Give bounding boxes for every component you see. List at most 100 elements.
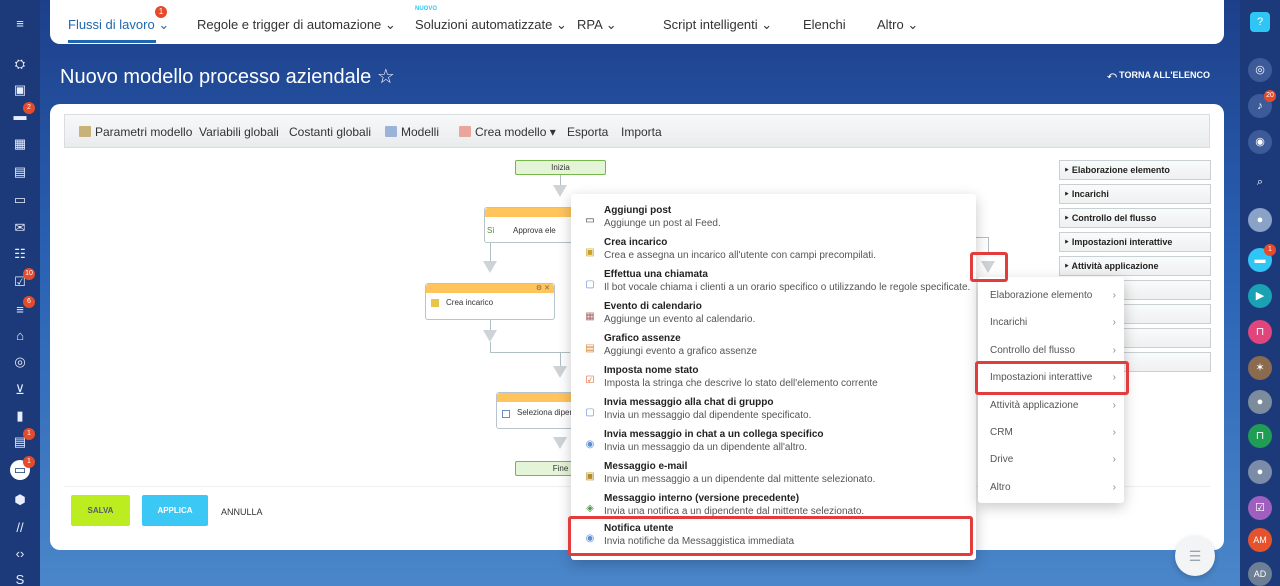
sites-icon[interactable]: // [10,518,30,538]
submenu-incarichi[interactable]: Incarichi › [990,317,1118,328]
save-button[interactable]: SALVA [71,495,130,526]
chat-bubble-icon[interactable]: ▬ 1 [1248,244,1276,272]
nav-altro[interactable]: Altro ⌄ [877,17,918,33]
submenu-elaborazione-elemento[interactable]: Elaborazione elemento › [990,290,1118,301]
palette-elaborazione-elemento[interactable]: ‣ Elaborazione elemento [1059,160,1211,180]
menu-item-desc: Il bot vocale chiama i clienti a un orar… [604,282,971,293]
menu-item-imposta-nome-stato[interactable]: ☑ Imposta nome stato Imposta la stringa ch… [583,364,968,396]
contact-avatar-2[interactable]: ● [1248,460,1272,484]
menu-item-chat-gruppo[interactable]: ▢ Invia messaggio alla chat di gruppo Invi… [583,396,968,428]
nav-elenchi[interactable]: Elenchi [803,17,846,32]
submenu-crm[interactable]: CRM › [990,427,1118,438]
select-employee-node[interactable]: Seleziona dipen [496,392,576,429]
create-template-icon [459,126,471,137]
avatar-ad[interactable]: AD [1248,562,1272,586]
menu-item-notifica-utente[interactable]: ◉ Notifica utente Invia notifiche da Messa… [583,522,968,554]
select-employee-label: Seleziona dipen [517,408,574,417]
start-node[interactable]: Inizia [515,160,606,175]
contact-avatar[interactable]: ● [1248,390,1272,414]
create-template-button[interactable]: Crea modello ▾ [459,125,556,139]
select-icon [502,410,510,418]
automation-icon[interactable]: ▭ 1 [10,456,35,480]
avatar-am[interactable]: AM [1248,528,1272,552]
drop-arrow[interactable] [553,366,567,378]
help-icon[interactable]: ? [1250,12,1270,32]
import-button[interactable]: Importa [621,125,662,139]
chat-icon[interactable]: ▬ 2 [10,102,35,126]
drop-arrow[interactable] [553,437,567,449]
search-icon[interactable]: ⌕ [1248,170,1272,194]
create-task-node[interactable]: ⚙ ✕ Crea incarico [425,283,555,320]
nav-regole-trigger[interactable]: Regole e trigger di automazione ⌄ [197,17,396,33]
menu-item-evento-calendario[interactable]: ▦ Evento di calendario Aggiunge un evento … [583,300,968,332]
submenu-drive[interactable]: Drive › [990,454,1118,465]
mail-icon[interactable]: ✉ [10,218,30,238]
templates-button[interactable]: Modelli [385,125,439,139]
page-title: Nuovo modello processo aziendale ☆ [60,66,395,88]
apply-button[interactable]: APPLICA [142,495,208,526]
submenu-controllo-flusso[interactable]: Controllo del flusso › [990,345,1118,356]
submenu-impostazioni-interattive[interactable]: Impostazioni interattive › [990,372,1118,383]
menu-item-title: Grafico assenze [604,333,681,344]
palette-attivita-applicazione[interactable]: ‣ Attività applicazione [1059,256,1211,276]
cancel-button[interactable]: ANNULLA [221,507,263,517]
analytics-icon[interactable]: ▮ [10,406,30,426]
notifications-icon[interactable]: ♪ 20 [1248,90,1276,118]
menu-item-messaggio-email[interactable]: ▣ Messaggio e-mail Invia un messaggio a un… [583,460,968,492]
video-icon[interactable]: ▶ [1248,284,1272,308]
connector [490,320,491,330]
box-icon[interactable]: ⬢ [10,490,30,510]
group-avatar[interactable]: ✶ [1248,356,1272,380]
code-icon[interactable]: ‹› [10,544,30,564]
submenu-label: Altro [990,482,1011,493]
export-button[interactable]: Esporta [567,125,608,139]
user-avatar[interactable]: ● [1248,208,1272,232]
feed-icon[interactable]: ⛭ [10,54,30,74]
approve-node[interactable]: Sì Approva ele [484,207,584,243]
connector [988,237,989,253]
drop-arrow[interactable] [483,330,497,342]
secure-chat-icon[interactable]: ⊓ [1248,424,1272,448]
messenger-icon[interactable]: ◉ [1248,130,1272,154]
signature-icon[interactable]: S [10,570,30,586]
menu-item-aggiungi-post[interactable]: ▭ Aggiungi post Aggiunge un post al Feed. [583,204,968,236]
drop-arrow-right-branch[interactable] [981,261,995,273]
docs-icon[interactable]: ▤ [10,162,30,182]
submenu-label: Impostazioni interattive [990,372,1093,383]
palette-impostazioni-interattive[interactable]: ‣ Impostazioni interattive [1059,232,1211,252]
nav-soluzioni-automatizzate[interactable]: Soluzioni automatizzate ⌄ [415,17,567,33]
target-icon[interactable]: ◎ [10,352,30,372]
global-constants-button[interactable]: Costanti globali [289,125,371,139]
drop-arrow[interactable] [483,261,497,273]
template-params-button[interactable]: Parametri modello [79,125,192,139]
menu-item-chat-collega[interactable]: ◉ Invia messaggio in chat a un collega sp… [583,428,968,460]
copilot-icon[interactable]: ◎ [1248,58,1272,82]
tasks-chat-icon[interactable]: ☑ [1248,496,1272,520]
lock-icon[interactable]: ⊓ [1248,320,1272,344]
menu-item-effettua-chiamata[interactable]: ▢ Effettua una chiamata Il bot vocale chia… [583,268,971,300]
nav-rpa[interactable]: RPA ⌄ [577,17,617,33]
submenu-attivita-applicazione[interactable]: Attività applicazione › [990,400,1118,411]
drive-icon[interactable]: ▭ [10,190,30,210]
groups-icon[interactable]: ☷ [10,244,30,264]
submenu-altro[interactable]: Altro › [990,482,1118,493]
menu-item-messaggio-interno[interactable]: ◈ Messaggio interno (versione precedente)… [583,492,968,524]
inbox-icon[interactable]: ▣ [10,80,30,100]
calendar-icon[interactable]: ▦ [10,134,30,154]
nav-flussi-di-lavoro[interactable]: Flussi di lavoro ⌄ [68,17,169,33]
palette-incarichi[interactable]: ‣ Incarichi [1059,184,1211,204]
filter-icon[interactable]: ≡ 6 [10,296,35,320]
back-to-list-link[interactable]: ⤺ TORNA ALL'ELENCO [1107,70,1210,81]
contacts-icon[interactable]: ▤ 1 [10,428,35,452]
home-icon[interactable]: ⌂ [10,326,30,346]
menu-icon[interactable]: ≡ [10,14,30,34]
list-fab-icon[interactable]: ☰ [1175,536,1215,576]
menu-item-grafico-assenze[interactable]: ▤ Grafico assenze Aggiungi evento a grafic… [583,332,968,364]
nav-script-intelligenti[interactable]: Script intelligenti ⌄ [663,17,772,33]
drop-arrow[interactable] [553,185,567,197]
global-variables-button[interactable]: Variabili globali [199,125,279,139]
tasks-icon[interactable]: ☑ 10 [10,268,35,292]
palette-controllo-flusso[interactable]: ‣ Controllo del flusso [1059,208,1211,228]
menu-item-crea-incarico[interactable]: ▣ Crea incarico Crea e assegna un incarico… [583,236,968,268]
cart-icon[interactable]: ⊻ [10,380,30,400]
